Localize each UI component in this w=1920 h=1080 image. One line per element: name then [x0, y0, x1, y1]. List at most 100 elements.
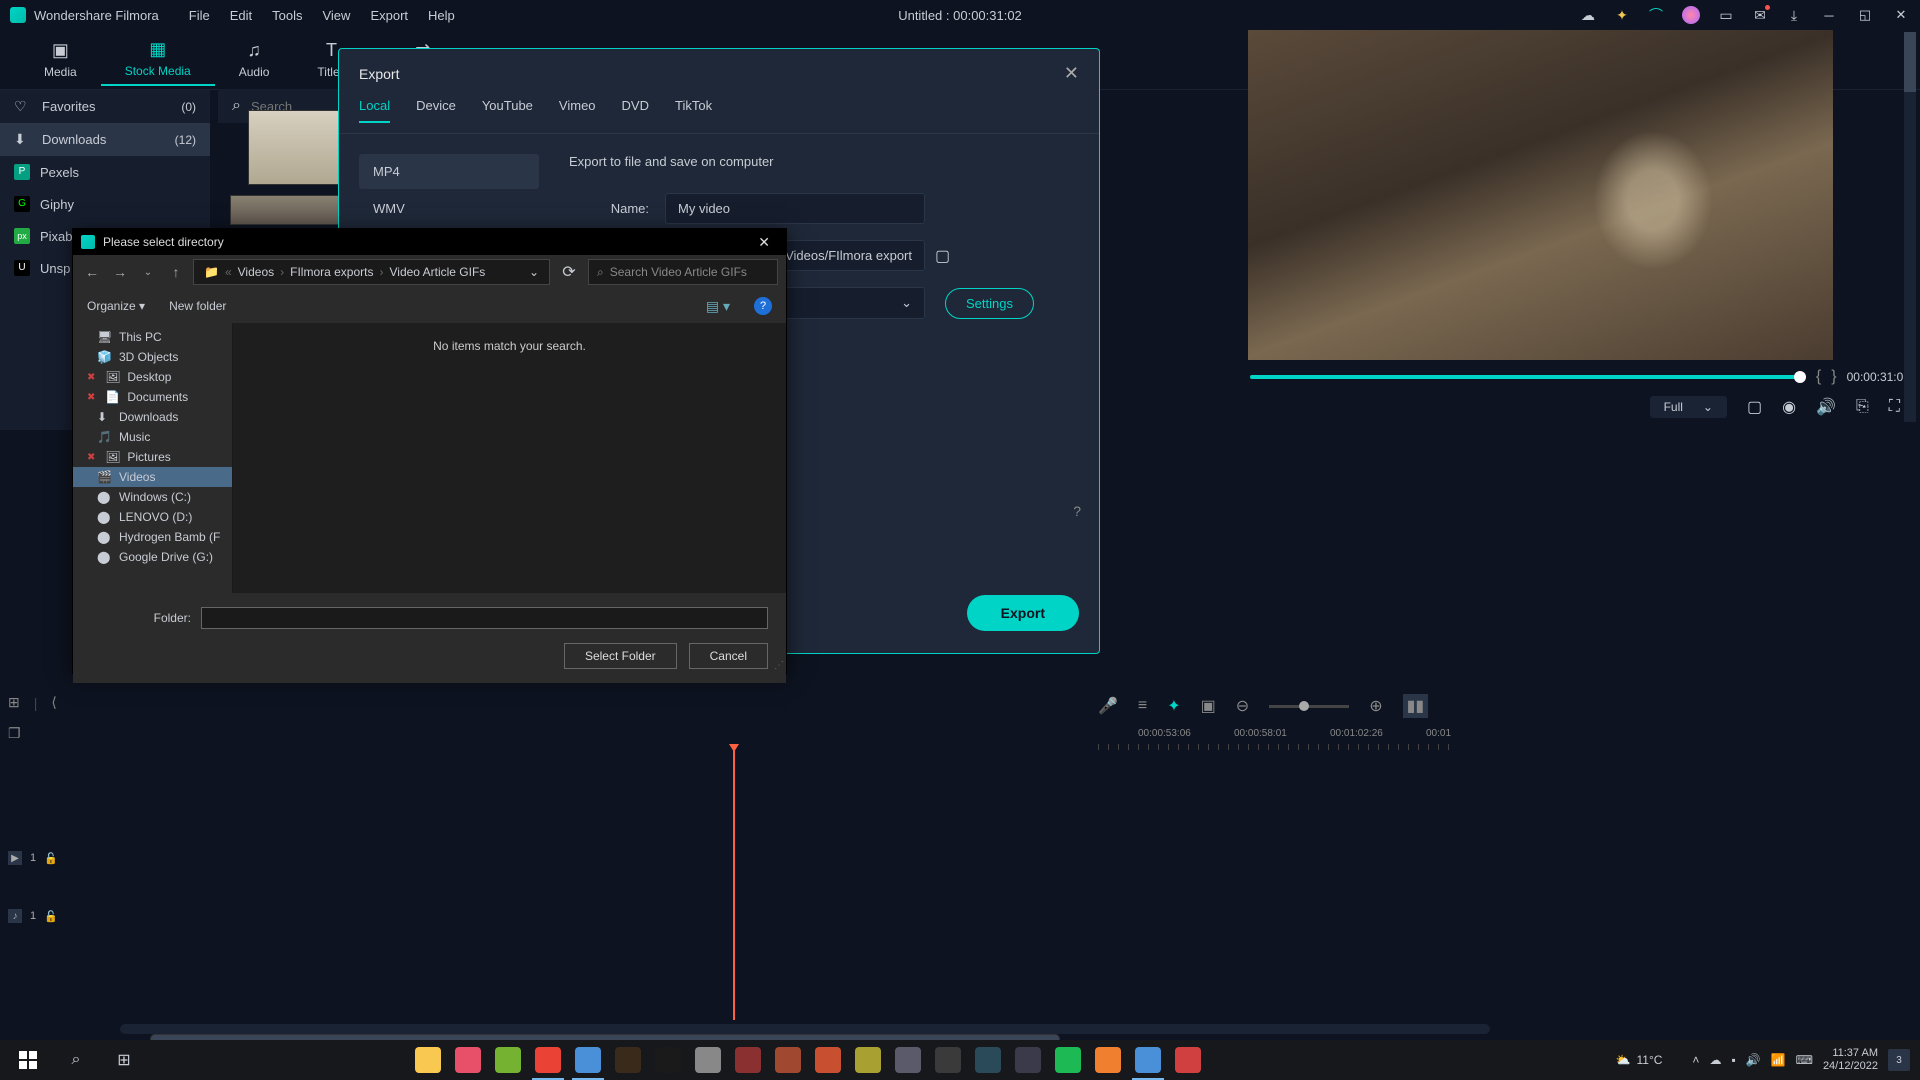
export-tab-device[interactable]: Device: [416, 98, 456, 123]
crumb-exports[interactable]: FIlmora exports: [290, 265, 373, 279]
export-close-button[interactable]: ✕: [1064, 63, 1079, 84]
display-icon[interactable]: ▢: [1747, 397, 1762, 417]
taskbar-app[interactable]: [928, 1040, 968, 1080]
browse-folder-icon[interactable]: ▢: [935, 246, 950, 266]
view-mode-button[interactable]: ▤ ▾: [706, 298, 730, 315]
chevron-down-icon[interactable]: ⌄: [529, 265, 539, 279]
tab-media[interactable]: ▣Media: [20, 34, 101, 85]
headset-icon[interactable]: ⌒: [1648, 7, 1664, 23]
taskbar-app[interactable]: [968, 1040, 1008, 1080]
fullscreen-icon[interactable]: ⛶: [1889, 398, 1900, 416]
maximize-button[interactable]: ◱: [1856, 7, 1874, 23]
cancel-button[interactable]: Cancel: [689, 643, 768, 669]
taskbar-app[interactable]: [528, 1040, 568, 1080]
video-preview[interactable]: [1248, 30, 1833, 360]
tree-item-hydrogenbambf[interactable]: ⬤Hydrogen Bamb (F: [73, 527, 232, 547]
help-button[interactable]: ?: [754, 297, 772, 315]
save-icon[interactable]: ▭: [1718, 7, 1734, 23]
nav-up-button[interactable]: ↑: [165, 264, 187, 280]
tree-item-windowsc[interactable]: ⬤Windows (C:): [73, 487, 232, 507]
format-mp4[interactable]: MP4: [359, 154, 539, 189]
tab-stock-media[interactable]: ▦Stock Media: [101, 33, 215, 86]
nav-recent-button[interactable]: ⌄: [137, 267, 159, 278]
mixer-icon[interactable]: ≡: [1138, 697, 1147, 715]
weather-widget[interactable]: ⛅ 11°C: [1616, 1053, 1663, 1067]
tree-item-music[interactable]: 🎵Music: [73, 427, 232, 447]
taskbar-app[interactable]: [488, 1040, 528, 1080]
marker-icon[interactable]: ✦: [1167, 696, 1180, 716]
search-button[interactable]: ⌕: [52, 1040, 100, 1080]
export-button[interactable]: Export: [967, 595, 1079, 631]
taskbar-app[interactable]: [1128, 1040, 1168, 1080]
notifications-button[interactable]: 3: [1888, 1049, 1910, 1071]
layers-icon[interactable]: ❐: [8, 725, 21, 742]
tree-item-downloads[interactable]: ⬇Downloads: [73, 407, 232, 427]
taskbar-app[interactable]: [608, 1040, 648, 1080]
onedrive-icon[interactable]: ☁: [1709, 1053, 1721, 1067]
quality-dropdown[interactable]: Full⌄: [1650, 396, 1727, 418]
menu-tools[interactable]: Tools: [272, 8, 302, 23]
taskbar-app[interactable]: [768, 1040, 808, 1080]
export-tab-tiktok[interactable]: TikTok: [675, 98, 712, 123]
minimize-button[interactable]: ─: [1820, 8, 1838, 23]
crumb-videos[interactable]: Videos: [238, 265, 274, 279]
battery-icon[interactable]: ▪: [1731, 1053, 1735, 1067]
menu-edit[interactable]: Edit: [230, 8, 252, 23]
crop-icon[interactable]: ▣: [1201, 696, 1216, 716]
volume-icon[interactable]: 🔊: [1816, 397, 1836, 417]
taskbar-app[interactable]: [568, 1040, 608, 1080]
menu-file[interactable]: File: [189, 8, 210, 23]
tree-item-desktop[interactable]: ✖🖼Desktop: [73, 367, 232, 387]
resize-grip-icon[interactable]: ⋰: [774, 660, 784, 671]
taskbar-app[interactable]: [408, 1040, 448, 1080]
fit-icon[interactable]: ▮▮: [1403, 694, 1429, 718]
task-view-button[interactable]: ⊞: [100, 1040, 148, 1080]
scrub-bar[interactable]: [1250, 375, 1806, 379]
taskbar-app[interactable]: [688, 1040, 728, 1080]
taskbar-app[interactable]: [1168, 1040, 1208, 1080]
menu-export[interactable]: Export: [370, 8, 408, 23]
help-icon[interactable]: ?: [1073, 503, 1081, 519]
tree-item-pictures[interactable]: ✖🖼Pictures: [73, 447, 232, 467]
tree-item-lenovod[interactable]: ⬤LENOVO (D:): [73, 507, 232, 527]
close-button[interactable]: ✕: [1892, 7, 1910, 23]
organize-menu[interactable]: Organize ▾: [87, 299, 145, 313]
taskbar-app[interactable]: [1008, 1040, 1048, 1080]
lightbulb-icon[interactable]: ✦: [1614, 7, 1630, 23]
file-dialog-close-button[interactable]: ✕: [750, 232, 778, 253]
timeline-ruler[interactable]: 00:00:53:06 00:00:58:01 00:01:02:26 00:0…: [1098, 728, 1900, 758]
format-wmv[interactable]: WMV: [359, 191, 539, 226]
right-scrollbar[interactable]: [1904, 32, 1916, 422]
speaker-icon[interactable]: 🔊: [1746, 1053, 1761, 1067]
folder-input[interactable]: [201, 607, 768, 629]
taskbar-app[interactable]: [1048, 1040, 1088, 1080]
export-name-input[interactable]: [665, 193, 925, 224]
export-tab-local[interactable]: Local: [359, 98, 390, 123]
export-clip-icon[interactable]: ⎘: [1856, 398, 1869, 416]
cloud-icon[interactable]: ☁: [1580, 7, 1596, 23]
new-folder-button[interactable]: New folder: [169, 299, 226, 313]
clock[interactable]: 11:37 AM 24/12/2022: [1823, 1047, 1878, 1073]
export-tab-dvd[interactable]: DVD: [622, 98, 649, 123]
avatar-icon[interactable]: [1682, 6, 1700, 24]
arrow-icon[interactable]: ⟨: [51, 694, 56, 711]
sidebar-giphy[interactable]: GGiphy: [0, 188, 210, 220]
zoom-out-icon[interactable]: ⊖: [1236, 696, 1249, 716]
crumb-current[interactable]: Video Article GIFs: [389, 265, 485, 279]
export-tab-youtube[interactable]: YouTube: [482, 98, 533, 123]
taskbar-app[interactable]: [448, 1040, 488, 1080]
audio-track-header[interactable]: ♪1🔓: [8, 903, 58, 929]
breadcrumb[interactable]: 📁 « Videos › FIlmora exports › Video Art…: [193, 259, 550, 285]
media-thumbnail[interactable]: [248, 110, 348, 185]
refresh-button[interactable]: ⟳: [556, 262, 582, 282]
sidebar-favorites[interactable]: ♡Favorites(0): [0, 90, 210, 123]
zoom-slider[interactable]: [1269, 705, 1349, 708]
select-folder-button[interactable]: Select Folder: [564, 643, 677, 669]
tree-item-dobjects[interactable]: 🧊3D Objects: [73, 347, 232, 367]
mic-icon[interactable]: 🎤: [1098, 696, 1118, 716]
tree-item-googledriveg[interactable]: ⬤Google Drive (G:): [73, 547, 232, 567]
mark-out-icon[interactable]: }: [1831, 368, 1836, 386]
nav-forward-button[interactable]: →: [109, 264, 131, 280]
grid-icon[interactable]: ⊞: [8, 694, 20, 711]
download-icon[interactable]: ⤓: [1786, 7, 1802, 23]
